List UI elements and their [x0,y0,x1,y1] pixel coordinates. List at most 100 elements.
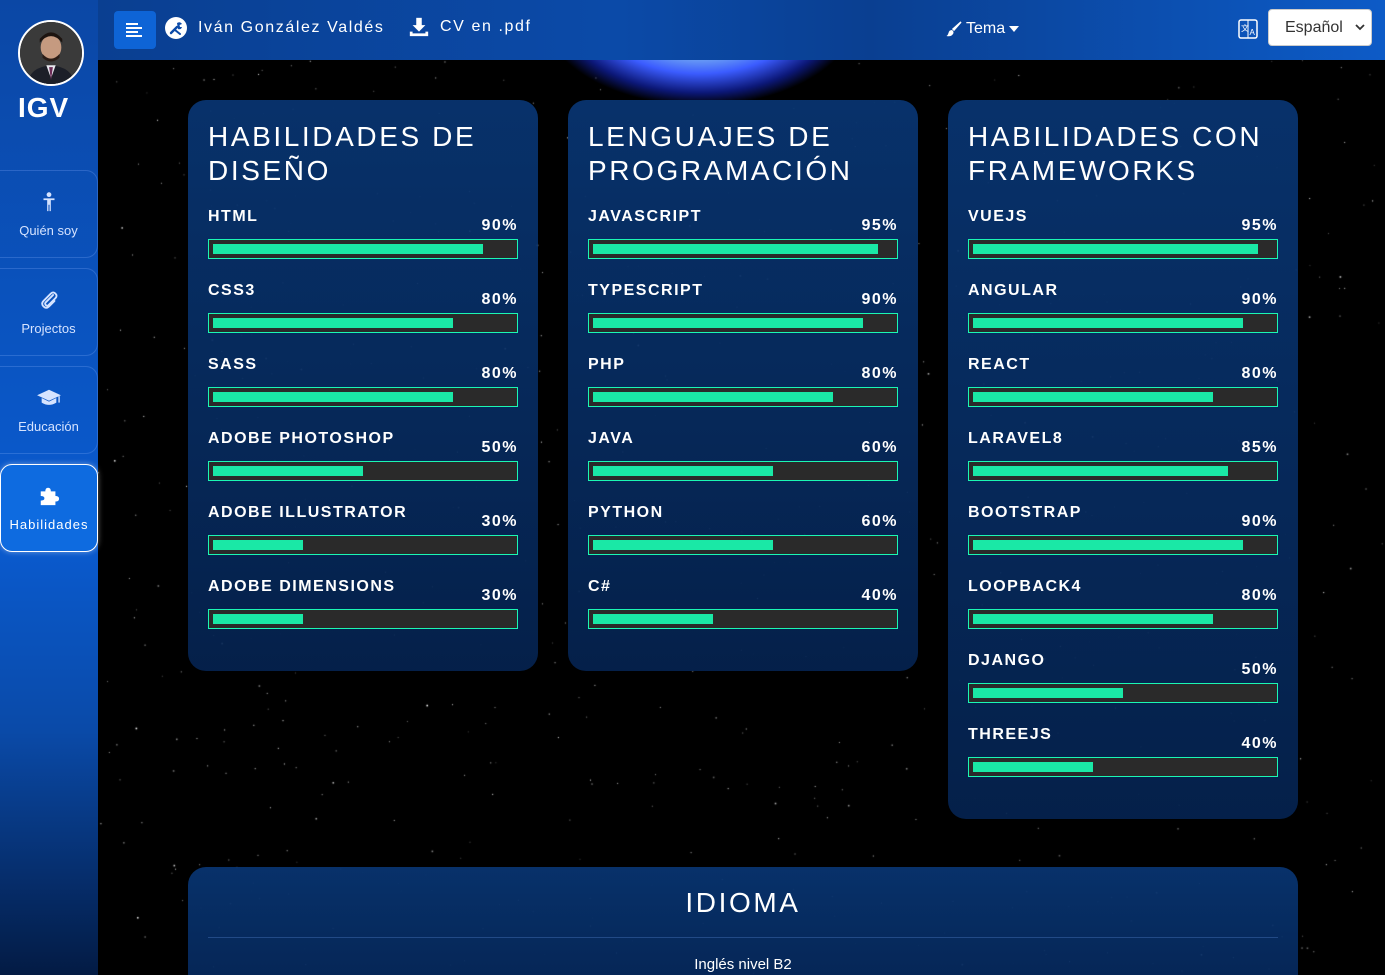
skill-percent: 80% [861,365,898,382]
skill-progress-fill [213,392,453,402]
skill-percent: 90% [1241,291,1278,308]
sidebar-item-educacion[interactable]: Educación [0,366,98,454]
skill-percent: 30% [481,513,518,530]
skill-name: ADOBE DIMENSIONS [208,578,396,595]
skill-progress-fill [213,614,303,624]
caret-down-icon [1009,26,1020,32]
skill-progress-bar [208,461,518,481]
skill-row: DJANGO 50% [968,652,1278,726]
skill-name: PYTHON [588,504,664,521]
skill-row: ANGULAR 90% [968,282,1278,356]
graduation-cap-icon [36,389,61,405]
svg-text:A: A [1250,28,1256,37]
skill-name: LARAVEL8 [968,430,1064,447]
puzzle-icon [40,487,60,505]
svg-text:文: 文 [1241,23,1249,33]
skill-progress-bar [588,461,898,481]
sidebar-item-quien-soy[interactable]: Quién soy [0,170,98,258]
skill-percent: 95% [1241,217,1278,234]
skill-row: ADOBE PHOTOSHOP 50% [208,430,518,504]
programming-languages-card: Lenguajes de programación JAVASCRIPT 95% T… [568,100,918,671]
skill-progress-bar [588,609,898,629]
skill-row: CSS3 80% [208,282,518,356]
skill-name: JAVASCRIPT [588,208,702,225]
skill-progress-fill [973,762,1093,772]
skill-row: VUEJS 95% [968,208,1278,282]
skill-row: TYPESCRIPT 90% [588,282,898,356]
skill-row: PHP 80% [588,356,898,430]
skill-progress-bar [968,461,1278,481]
skill-progress-fill [593,540,773,550]
skill-percent: 90% [1241,513,1278,530]
skill-progress-fill [213,318,453,328]
skill-row: JAVA 60% [588,430,898,504]
skill-progress-fill [213,244,483,254]
sidebar-item-label: Habilidades [9,516,89,532]
skill-progress-bar [968,387,1278,407]
skill-row: C# 40% [588,578,898,652]
skill-progress-fill [593,392,833,402]
owner-name-link[interactable]: Iván González Valdés [164,16,384,40]
skill-name: TYPESCRIPT [588,282,704,299]
sidebar-item-label: Projectos [21,320,76,336]
card-title: Habilidades de diseño [208,121,477,186]
chevron-down-icon [1355,24,1365,31]
sidebar-item-habilidades[interactable]: Habilidades [0,464,98,552]
skill-row: LARAVEL8 85% [968,430,1278,504]
cv-download-link[interactable]: CV en .pdf [408,16,532,38]
skill-progress-fill [213,466,363,476]
skill-name: BOOTSTRAP [968,504,1082,521]
frameworks-skills-card: Habilidades con frameworks VUEJS 95% ANGUL… [948,100,1298,819]
skill-progress-bar [588,313,898,333]
sidebar-item-projectos[interactable]: Projectos [0,268,98,356]
sidebar-item-label: Quién soy [19,222,78,238]
skill-name: ANGULAR [968,282,1059,299]
avatar[interactable] [18,20,84,86]
skill-progress-bar [968,683,1278,703]
skill-name: C# [588,578,612,595]
skill-progress-fill [973,392,1213,402]
language-select[interactable]: Español [1268,9,1372,46]
skill-row: ADOBE ILLUSTRATOR 30% [208,504,518,578]
skill-name: REACT [968,356,1031,373]
menu-toggle-button[interactable] [114,11,156,49]
skill-progress-fill [973,688,1123,698]
theme-dropdown[interactable]: Tema [946,20,1020,38]
sidebar: IGV Quién soy Projectos Educación Habili… [0,0,98,975]
skill-progress-fill [593,466,773,476]
sidebar-item-label: Educación [18,418,79,434]
skill-percent: 90% [481,217,518,234]
skill-name: DJANGO [968,652,1046,669]
skill-progress-bar [968,757,1278,777]
skill-progress-bar [208,387,518,407]
language-selected: Español [1285,18,1343,36]
skill-row: THREEJS 40% [968,726,1278,800]
skill-row: JAVASCRIPT 95% [588,208,898,282]
top-navbar: Iván González Valdés CV en .pdf Tema 文 A… [98,0,1385,60]
skill-progress-bar [968,313,1278,333]
skill-name: VUEJS [968,208,1028,225]
skill-row: PYTHON 60% [588,504,898,578]
cv-label: CV en .pdf [440,18,532,35]
child-icon [43,191,54,211]
logo[interactable]: IGV [18,92,69,124]
skill-progress-fill [593,244,878,254]
language-entry: Inglés nivel B2 [694,956,792,973]
skill-percent: 40% [1241,735,1278,752]
skill-percent: 50% [1241,661,1278,678]
download-icon [409,17,429,37]
skill-name: PHP [588,356,626,373]
menu-icon [126,23,142,37]
language-section: IDIOMA Inglés nivel B2 [188,867,1298,975]
skill-progress-fill [973,614,1213,624]
skill-progress-fill [593,614,713,624]
skill-progress-fill [973,466,1228,476]
skill-percent: 90% [861,291,898,308]
skill-name: SASS [208,356,258,373]
skill-row: LOOPBACK4 80% [968,578,1278,652]
skill-name: CSS3 [208,282,256,299]
divider [208,937,1278,938]
section-title: IDIOMA [685,887,801,918]
brush-icon [946,21,962,37]
skill-row: ADOBE DIMENSIONS 30% [208,578,518,652]
